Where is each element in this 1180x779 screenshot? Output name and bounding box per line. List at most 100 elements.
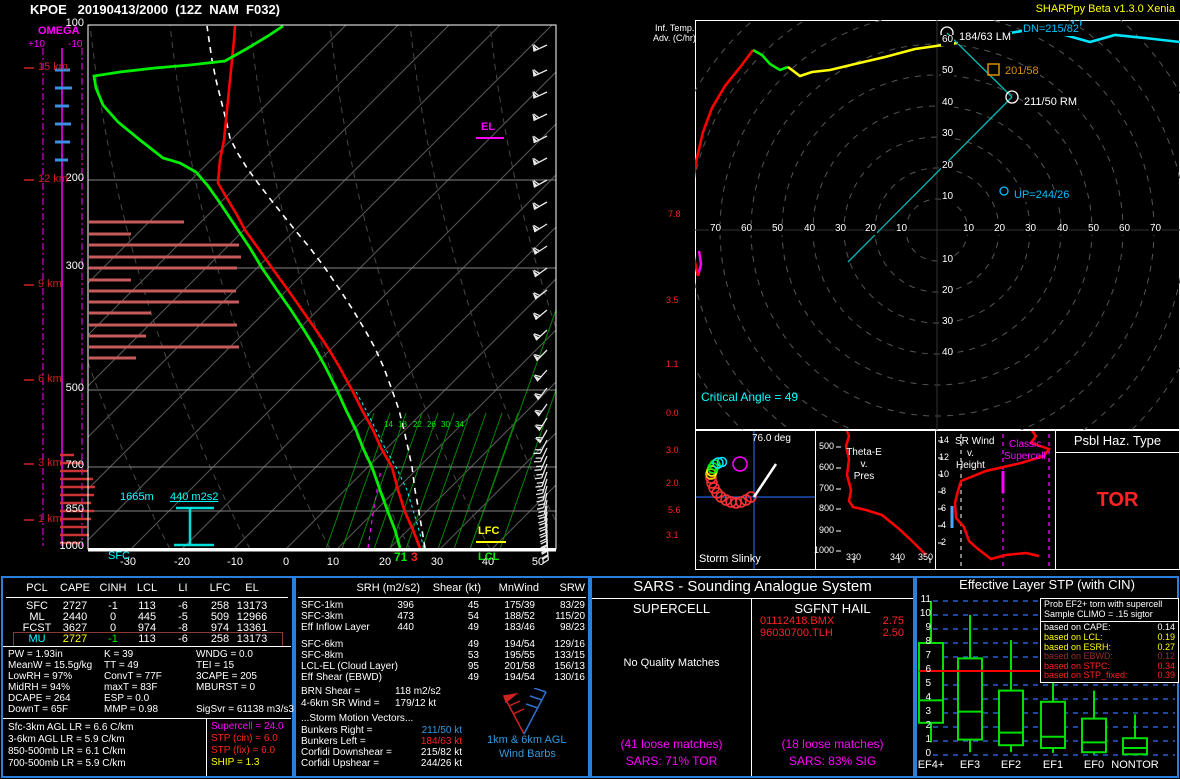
thermo-value: ConvT = 77F	[104, 672, 162, 683]
sars-title: SARS - Sounding Analogue System	[592, 579, 913, 595]
hodo-ring-label: 30	[941, 317, 954, 328]
sfc-temp-value: 3	[411, 551, 418, 564]
mixratio-label: 30	[441, 421, 450, 429]
height-label: 15 km	[38, 62, 68, 74]
thetae-xtick: 340	[890, 553, 905, 562]
kin-cell: 129/16	[539, 640, 585, 651]
hazard-value: TOR	[1056, 490, 1179, 511]
corfidi-up-label: UP=244/26	[1013, 190, 1070, 202]
hodo-ring-label: 10	[941, 255, 954, 266]
stp-ytick: 5	[917, 679, 931, 690]
adv-value: 2.0	[666, 479, 679, 488]
thermo-value: MidRH = 94%	[8, 683, 70, 694]
hodo-ring-label: 60	[941, 35, 954, 46]
thermo-value: MBURST = 0	[196, 683, 255, 694]
lfc-label: LFC	[478, 526, 499, 538]
sars-sig-probability: SARS: 83% SIG	[752, 755, 913, 768]
sars-hail-match[interactable]: 96030700.TLH	[760, 628, 833, 640]
kin-cell: 156/13	[539, 662, 585, 673]
hodo-ring-label: 20	[993, 224, 1006, 235]
temp-tick: 50	[523, 557, 553, 569]
hodo-ring-label: 20	[941, 161, 954, 172]
kin-row-label: SFC-8km	[301, 651, 343, 662]
temp-tick: -10	[220, 557, 250, 569]
kin-cell: 83/29	[539, 601, 585, 612]
srwind-ytick: 6	[941, 504, 946, 513]
sars-hail-match[interactable]: 01112418.BMX	[760, 616, 834, 628]
stp-ytick: 2	[917, 721, 931, 732]
stp-category: EF3	[950, 760, 990, 772]
omega-label: OMEGA	[38, 26, 80, 38]
skewt-plot[interactable]	[0, 20, 585, 575]
srwind-ytick: 4	[941, 521, 946, 530]
stp-ytick: 0	[917, 749, 931, 760]
slinky-title: Storm Slinky	[699, 554, 761, 566]
barb-caption: 1km & 6km AGL	[487, 735, 566, 747]
slinky-motion-vector	[754, 464, 776, 497]
app-version: SHARPpy Beta v1.3.0 Xenia	[1036, 4, 1175, 16]
stp-ytick: 9	[917, 623, 931, 634]
kin-cell: 194/54	[483, 673, 535, 684]
adv-value: 3.0	[666, 446, 679, 455]
kin-row-label: SFC-6km	[301, 640, 343, 651]
sars-supercell-header: SUPERCELL	[592, 602, 751, 616]
thermo-value: PW = 1.93in	[8, 650, 63, 661]
inflow-height-label: 1665m	[120, 492, 154, 504]
stp-legend: Prob EF2+ torn with supercell Sample CLI…	[1040, 598, 1179, 683]
hodo-ring-label: 30	[941, 129, 954, 140]
stp-ytick: 6	[917, 665, 931, 676]
hodo-ring-label: 70	[709, 224, 722, 235]
right-mover-label: 211/50 RM	[1023, 97, 1078, 109]
effective-inflow-bracket[interactable]	[174, 508, 214, 545]
srwind-ytick: 12	[939, 453, 949, 462]
temp-tick: 0	[271, 557, 301, 569]
thetae-ytick: 500	[816, 442, 834, 451]
thetae-xtick: 350	[918, 553, 933, 562]
srwind-title: SR Wind	[955, 437, 994, 448]
lapse-rate: Sfc-3km AGL LR = 6.6 C/km	[8, 723, 134, 734]
sharppy-window: KPOE 20190413/2000 (12Z NAM F032) SHARPp…	[0, 0, 1180, 779]
stp-legend-line2: Sample CLIMO = .15 sigtor	[1041, 610, 1178, 620]
sars-loose-matches: (41 loose matches)	[592, 738, 751, 751]
ship-index: SHIP = 1.3	[211, 758, 259, 769]
srwind-ytick: 8	[941, 487, 946, 496]
kin-cell: 175/39	[483, 601, 535, 612]
stp-ytick: 11	[917, 595, 931, 606]
hodograph[interactable]	[695, 20, 1180, 430]
adv-value: 7.8	[668, 210, 681, 219]
inflow-srh-label: 440 m2s2	[170, 492, 218, 504]
sars-hail-size: 2.75	[858, 616, 904, 628]
stp-category: EF4+	[911, 760, 951, 772]
storm-motion-title: ...Storm Motion Vectors...	[301, 714, 413, 725]
lapse-rate: 850-500mb LR = 6.1 C/km	[8, 747, 126, 758]
adv-value: 0.0	[666, 409, 679, 418]
kin-row-label: LCL-EL (Cloud Layer)	[301, 662, 398, 673]
thermo-value: WNDG = 0.0	[196, 650, 253, 661]
hodo-ring-label: 10	[962, 224, 975, 235]
motion-label: Corfidi Upshear =	[301, 759, 379, 770]
adv-value: 5.6	[668, 506, 681, 515]
omega-down-bars	[89, 222, 241, 358]
omega-plus-label: +10	[28, 40, 45, 51]
srwind-title: v.	[967, 449, 974, 460]
hazard-title: Psbl Haz. Type	[1056, 434, 1179, 448]
sars-hail-header: SGFNT HAIL	[752, 602, 913, 616]
adv-title-line2: Adv. (C/hr)	[653, 34, 696, 43]
stp-ytick: 7	[917, 651, 931, 662]
kin-cell: 53	[429, 651, 479, 662]
kin-cell: 188/52	[483, 612, 535, 623]
stp-fix-index: STP (fix) = 6.0	[211, 746, 275, 757]
thetae-title: Theta-E	[842, 448, 886, 459]
hodo-ring-label: 60	[1118, 224, 1131, 235]
stp-title: Effective Layer STP (with CIN)	[917, 578, 1177, 592]
wetbulb-trace	[368, 470, 381, 548]
stp-ytick: 1	[917, 735, 931, 746]
hodo-ring-label: 70	[1149, 224, 1162, 235]
height-label: 3 km	[38, 458, 62, 470]
brn-shear-value: 118 m2/s2	[395, 687, 441, 698]
hodo-ring-label: 10	[895, 224, 908, 235]
km-ticks	[24, 68, 34, 520]
thermo-value: MeanW = 15.5g/kg	[8, 661, 92, 672]
kin-cell: 440	[368, 623, 414, 634]
hodo-ring-label: 20	[941, 286, 954, 297]
